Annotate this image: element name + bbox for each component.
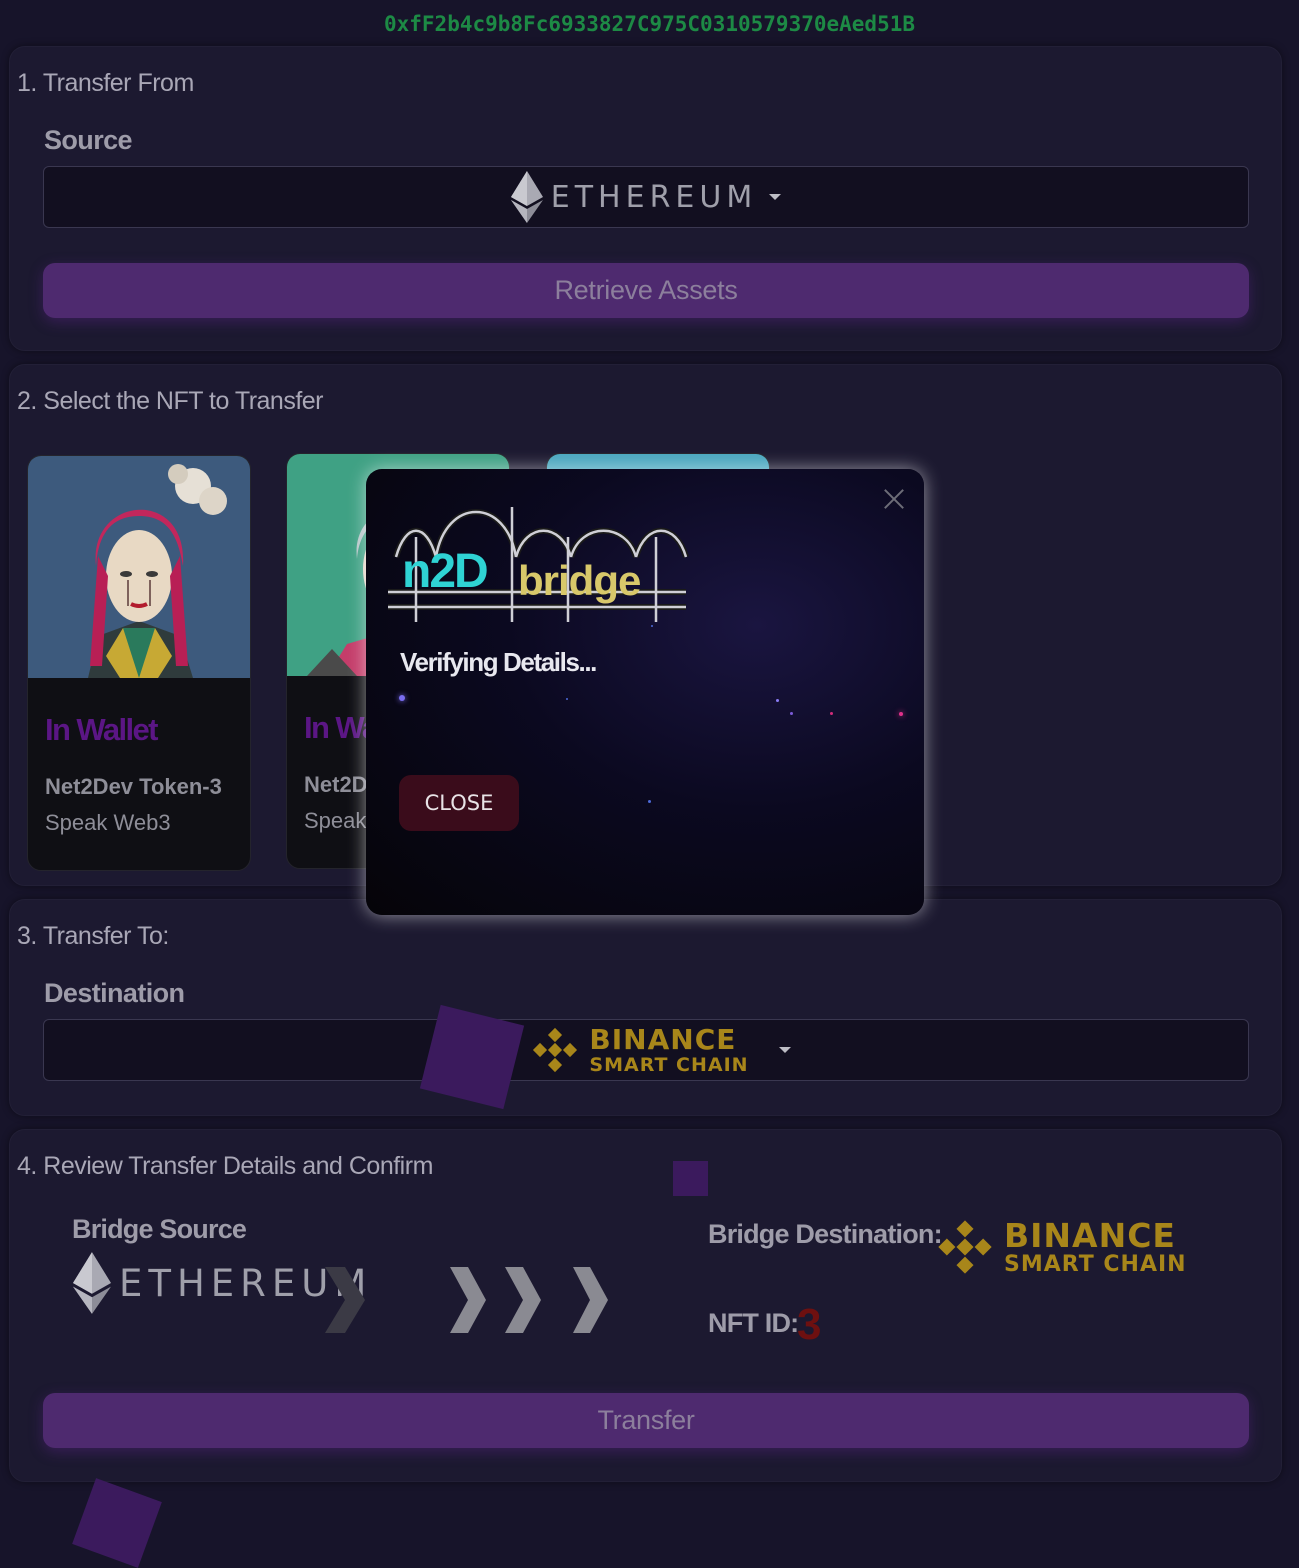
- decorative-star: [566, 698, 568, 700]
- binance-icon: [938, 1220, 992, 1274]
- verification-modal: n2D bridge Verifying Details... CLOSE: [366, 469, 924, 915]
- transfer-arrows-icon: [325, 1267, 608, 1333]
- ethereum-icon: [73, 1252, 111, 1314]
- decorative-star: [899, 712, 903, 716]
- transfer-button[interactable]: Transfer: [43, 1393, 1249, 1448]
- section-title-transfer-to: 3. Transfer To:: [17, 922, 169, 950]
- ethereum-logo: ETHEREUM: [510, 171, 782, 223]
- decorative-star: [790, 712, 793, 715]
- close-icon[interactable]: [882, 487, 906, 511]
- transfer-from-section: 1. Transfer From Source ETHEREUM Retriev…: [9, 46, 1282, 351]
- bridge-destination-chain: BINANCE: [1004, 1215, 1176, 1255]
- ethereum-icon: [510, 171, 543, 223]
- decorative-square: [673, 1161, 708, 1196]
- binance-icon: [533, 1027, 578, 1073]
- bridge-destination-label: Bridge Destination:: [708, 1219, 943, 1249]
- nft-name: Net2Dev Token-3: [45, 774, 222, 799]
- source-chain-name: ETHEREUM: [550, 179, 758, 215]
- bridge-source-label: Bridge Source: [72, 1214, 247, 1244]
- decorative-star: [648, 800, 651, 803]
- section-title-transfer-from: 1. Transfer From: [17, 69, 194, 97]
- destination-label: Destination: [44, 978, 185, 1008]
- source-label: Source: [44, 125, 133, 155]
- nft-name: Net2D: [304, 772, 368, 797]
- review-section: 4. Review Transfer Details and Confirm B…: [9, 1129, 1282, 1482]
- nft-id-value: 3: [797, 1300, 822, 1349]
- bridge-destination-logo: BINANCE SMART CHAIN: [936, 1218, 1187, 1276]
- source-chain-select[interactable]: ETHEREUM: [43, 166, 1249, 228]
- nft-card[interactable]: In Wallet Net2Dev Token-3 Speak Web3: [27, 455, 251, 871]
- decorative-star: [830, 712, 833, 715]
- n2d-bridge-logo: n2D bridge: [388, 507, 689, 622]
- logo-bridge-text: bridge: [518, 557, 640, 604]
- destination-chain-subtitle: SMART CHAIN: [589, 1053, 749, 1076]
- section-title-select-nft: 2. Select the NFT to Transfer: [17, 387, 324, 415]
- decorative-star: [776, 699, 779, 702]
- nft-artwork-image: [28, 456, 250, 678]
- destination-chain-select[interactable]: BINANCE SMART CHAIN: [43, 1019, 1249, 1081]
- nft-id-label: NFT ID:: [708, 1308, 799, 1338]
- section-title-review: 4. Review Transfer Details and Confirm: [17, 1152, 433, 1180]
- chevron-down-icon: [778, 1047, 791, 1053]
- destination-chain-name: BINANCE: [589, 1022, 737, 1056]
- bridge-destination-subtitle: SMART CHAIN: [1004, 1251, 1187, 1277]
- chevron-down-icon: [769, 194, 782, 200]
- decorative-square: [72, 1478, 162, 1568]
- modal-close-button[interactable]: CLOSE: [399, 775, 519, 831]
- logo-n2d-text: n2D: [402, 545, 487, 598]
- transfer-to-section: 3. Transfer To: Destination BINANCE SMAR…: [9, 899, 1282, 1116]
- verifying-status-text: Verifying Details...: [400, 647, 597, 677]
- retrieve-assets-button[interactable]: Retrieve Assets: [43, 263, 1249, 318]
- nft-description: Speak Web3: [45, 810, 171, 835]
- nft-status: In Wallet: [45, 712, 159, 747]
- decorative-star: [399, 695, 405, 701]
- binance-logo: BINANCE SMART CHAIN: [531, 1022, 791, 1076]
- wallet-address: 0xfF2b4c9b8Fc6933827C975C0310579370eAed5…: [383, 12, 915, 36]
